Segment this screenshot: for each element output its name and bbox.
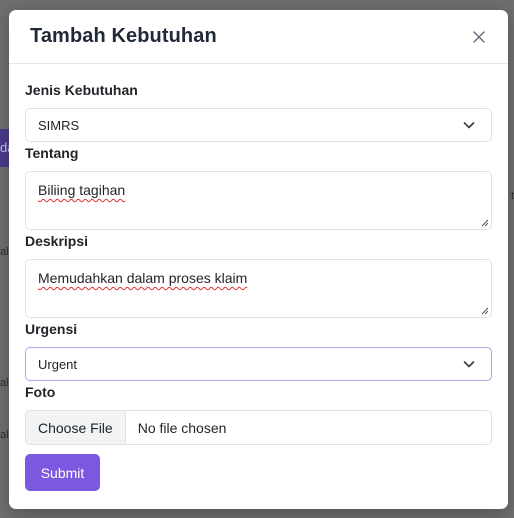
deskripsi-label: Deskripsi xyxy=(25,233,89,249)
foto-label: Foto xyxy=(25,384,56,400)
modal-title: Tambah Kebutuhan xyxy=(30,25,217,47)
resize-handle-icon[interactable] xyxy=(480,218,489,227)
deskripsi-textarea[interactable]: Memudahkan dalam proses klaim xyxy=(25,259,492,318)
choose-file-button[interactable]: Choose File xyxy=(26,411,126,444)
urgensi-label: Urgensi xyxy=(25,321,78,337)
jenis-kebutuhan-value: SIMRS xyxy=(38,117,80,133)
close-icon xyxy=(473,30,485,43)
foto-file-input[interactable]: Choose File No file chosen xyxy=(25,410,492,445)
file-status-text: No file chosen xyxy=(137,419,227,436)
background-text-fragment: al xyxy=(0,429,9,441)
tentang-value: Biliing tagihan xyxy=(38,182,126,198)
jenis-kebutuhan-select[interactable]: SIMRS xyxy=(25,108,492,142)
modal-header: Tambah Kebutuhan xyxy=(9,10,508,64)
urgensi-select[interactable]: Urgent xyxy=(25,347,492,381)
chevron-down-icon xyxy=(463,122,475,129)
tentang-textarea[interactable]: Biliing tagihan xyxy=(25,171,492,230)
chevron-down-icon xyxy=(463,361,475,368)
urgensi-value: Urgent xyxy=(38,356,78,372)
submit-button[interactable]: Submit xyxy=(25,454,100,491)
resize-handle-icon[interactable] xyxy=(480,306,489,315)
background-text-fragment: al xyxy=(0,246,9,258)
tentang-label: Tentang xyxy=(25,145,79,161)
close-button[interactable] xyxy=(470,28,488,46)
jenis-kebutuhan-label: Jenis Kebutuhan xyxy=(25,82,138,98)
modal-body: Jenis Kebutuhan SIMRS Tentang Biliing ta… xyxy=(9,64,508,491)
add-need-modal: Tambah Kebutuhan Jenis Kebutuhan SIMRS T… xyxy=(9,10,508,509)
background-text-fragment: al xyxy=(0,377,9,389)
deskripsi-value: Memudahkan dalam proses klaim xyxy=(38,270,248,286)
